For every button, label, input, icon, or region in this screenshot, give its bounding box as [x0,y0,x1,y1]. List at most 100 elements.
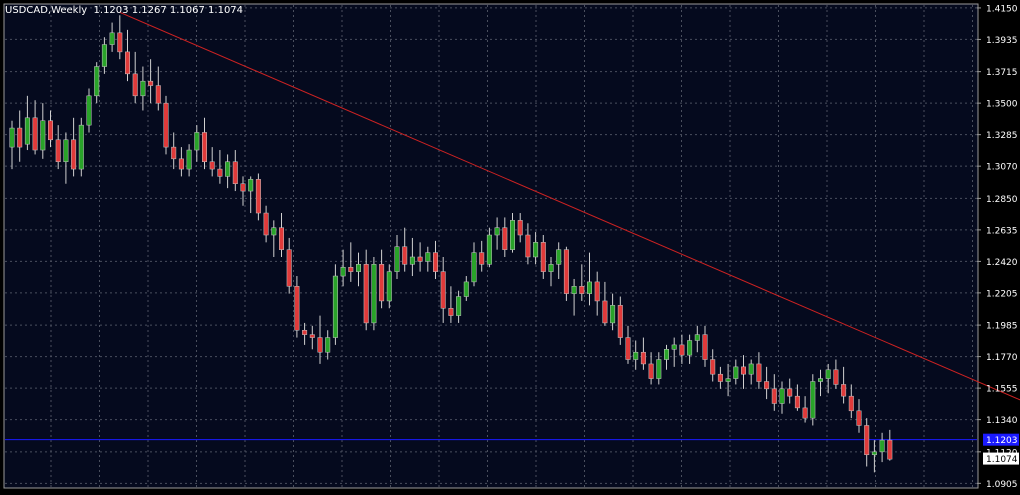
candle-body-bearish [132,73,138,97]
candle-body-bullish [633,351,639,360]
candle-body-bullish [409,256,415,265]
candle-body-bullish [109,32,115,45]
candle-body-bearish [540,242,546,272]
candle-body-bearish [178,158,184,170]
candle-body-bullish [394,246,400,272]
chart-header: USDCAD,Weekly 1.1203 1.1267 1.1067 1.107… [5,5,243,16]
candle-body-bullish [248,179,254,192]
candle-body-bearish [579,286,585,294]
candle-body-bearish [240,183,246,192]
y-tick-label: 1.3500 [986,100,1018,110]
candle-body-bearish [202,132,207,163]
candle-body-bearish [802,407,808,419]
candle-body-bullish [332,275,338,338]
candle-body-bearish [279,227,284,250]
candle-body-bullish [463,281,469,297]
candle-body-bullish [725,378,731,382]
symbol-timeframe: USDCAD,Weekly [5,5,88,16]
candle-body-bullish [86,95,92,126]
candle-body-bullish [101,44,107,67]
candle-body-bearish [764,381,770,390]
y-tick-label: 1.2420 [986,258,1018,268]
candle-body-bearish [594,281,600,302]
candlestick-chart[interactable]: 1.4150 1.3935 1.3715 1.3500 1.3285 1.3070 1.28… [0,0,1020,491]
candle-body-bearish [794,395,800,409]
candle-body-bearish [856,410,862,426]
candle-body-bearish [679,344,685,356]
candle-body-bearish [787,388,793,397]
candle-body-bullish [225,161,231,177]
candle-body-bullish [24,117,30,145]
candle-body-bearish [433,252,438,272]
candle-body-bullish [140,80,146,97]
y-tick-label: 1.2635 [986,226,1018,236]
candle-body-bullish [186,149,192,170]
candle-body-bullish [340,266,346,277]
y-tick-label: 1.1770 [986,353,1018,363]
candle-body-bearish [117,32,123,53]
candle [563,246,569,301]
candle-body-bearish [379,264,385,302]
candle-body-bearish [479,252,485,265]
candle-body-bullish [671,344,677,350]
candle-body-bullish [78,124,84,170]
candle-body-bearish [32,117,38,151]
candle-body-bullish [325,337,331,353]
candle-body-bullish [687,340,693,356]
candle [371,256,377,331]
candle-body-bearish [702,334,708,360]
candle-body-bullish [40,120,46,151]
y-tick-label: 1.4150 [986,4,1018,14]
candle-body-bearish [417,256,423,262]
candle-body-bearish [348,266,354,272]
candle-body-bullish [271,227,277,236]
candle-body-bullish [456,296,462,316]
candle-body-bullish [825,369,831,379]
candle-body-bearish [232,161,238,184]
candle-body-bearish [148,80,154,86]
candle-body-bearish [209,161,215,170]
candle-body-bearish [756,363,762,382]
candle-body-bullish [486,234,492,265]
candle-body-bearish [55,139,61,163]
candle-body-bullish [818,378,823,382]
ohlc-readout: 1.1203 1.1267 1.1067 1.1074 [93,5,244,16]
candle-body-bearish [448,308,454,316]
candle-body-bearish [848,395,854,412]
candle-body-bearish [841,384,847,397]
candle-body-bearish [563,249,569,294]
candle-body-bullish [610,305,616,324]
candle-body-bullish [571,286,577,294]
candle-body-bearish [648,363,654,379]
candle-body-bullish [810,381,816,419]
candle-body-bearish [171,146,177,160]
candle-body-bullish [871,451,877,456]
y-tick-label: 1.2205 [986,289,1018,299]
price-level-tag-text: 1.1203 [986,436,1018,446]
candle-body-bullish [587,281,592,294]
candle [163,95,169,155]
candle-body-bullish [548,264,554,272]
candle-body-bullish [9,127,15,148]
candle-body-bearish [625,337,631,360]
candle-body-bullish [510,220,515,250]
y-tick-label: 1.1985 [986,322,1018,332]
chart[interactable]: 1.4150 1.3935 1.3715 1.3500 1.3285 1.3070 1.28… [0,0,1020,491]
candle-body-bearish [602,300,608,324]
candle-body-bullish [371,264,377,324]
candle-body-bearish [125,51,130,75]
candle-body-bearish [309,334,315,338]
candle-body-bullish [656,359,662,379]
candle-body-bullish [879,439,885,453]
candle-body-bearish [717,373,723,382]
candle-body-bearish [163,102,169,148]
y-tick-label: 1.3935 [986,36,1018,46]
candle [332,264,338,345]
candle-body-bullish [94,66,100,97]
candle-body-bearish [517,220,523,236]
candle-body-bearish [864,425,870,456]
y-tick-label: 1.3285 [986,131,1018,141]
candle [78,117,84,177]
candle-body-bearish [255,179,261,214]
candle-body-bearish [286,249,292,287]
